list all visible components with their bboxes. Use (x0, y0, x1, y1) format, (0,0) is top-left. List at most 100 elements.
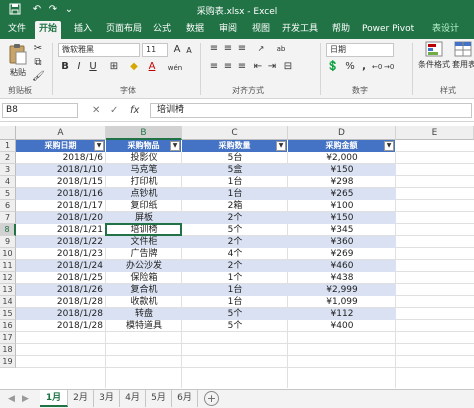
table-cell-qty[interactable]: 5个 (185, 308, 285, 320)
table-cell-qty[interactable]: 1台 (185, 284, 285, 296)
row-header[interactable]: 18 (0, 344, 16, 356)
fill-color-icon[interactable]: ◆ (128, 61, 140, 73)
table-cell-date[interactable]: 2018/1/26 (19, 284, 103, 296)
table-cell-amount[interactable]: ¥150 (291, 164, 393, 176)
copy-icon[interactable]: ⧉ (32, 57, 44, 69)
sheet-tab-jun[interactable]: 6月 (172, 390, 198, 407)
worksheet-grid[interactable]: A B C D E 1 2 3 4 5 6 7 8 9 10 11 12 13 14 15 16 17 18 19 采… (0, 126, 474, 388)
bold-button[interactable]: B (60, 61, 70, 73)
align-left-icon[interactable]: ≡ (208, 61, 220, 73)
align-center-icon[interactable]: ≡ (222, 61, 234, 73)
font-name-select[interactable]: 微软雅黑 (58, 43, 140, 57)
select-all-corner[interactable] (0, 126, 16, 140)
table-cell-date[interactable]: 2018/1/28 (19, 320, 103, 332)
table-cell-qty[interactable]: 5盒 (185, 164, 285, 176)
table-cell-item[interactable]: 广告牌 (109, 248, 179, 260)
table-cell-item[interactable]: 办公沙发 (109, 260, 179, 272)
increase-decimal-icon[interactable]: ←0 (372, 61, 382, 73)
row-header[interactable]: 11 (0, 260, 16, 272)
insert-function-icon[interactable]: fx (130, 104, 139, 117)
sheet-tab-feb[interactable]: 2月 (68, 390, 94, 407)
row-header[interactable]: 3 (0, 164, 16, 176)
table-cell-amount[interactable]: ¥345 (291, 224, 393, 236)
row-header[interactable]: 8 (0, 224, 16, 236)
number-format-select[interactable]: 日期 (326, 43, 394, 57)
table-cell-amount[interactable]: ¥265 (291, 188, 393, 200)
table-cell-amount[interactable]: ¥2,000 (291, 152, 393, 164)
row-header[interactable]: 1 (0, 140, 16, 152)
table-cell-amount[interactable]: ¥112 (291, 308, 393, 320)
percent-style-button[interactable]: % (344, 61, 356, 73)
shrink-font-icon[interactable]: A (184, 45, 194, 57)
align-top-icon[interactable]: ≡ (208, 43, 220, 55)
name-box[interactable]: B8 (2, 103, 78, 118)
table-cell-item[interactable]: 保险箱 (109, 272, 179, 284)
row-header[interactable]: 9 (0, 236, 16, 248)
table-cell-amount[interactable]: ¥2,999 (291, 284, 393, 296)
sheet-tab-apr[interactable]: 4月 (120, 390, 146, 407)
tab-power-pivot[interactable]: Power Pivot (362, 23, 414, 36)
grow-font-icon[interactable]: A (172, 44, 182, 56)
add-sheet-button[interactable]: + (204, 391, 219, 406)
table-cell-qty[interactable]: 4个 (185, 248, 285, 260)
table-cell-item[interactable]: 点钞机 (109, 188, 179, 200)
row-header[interactable]: 4 (0, 176, 16, 188)
table-cell-item[interactable]: 转盘 (109, 308, 179, 320)
table-cell-date[interactable]: 2018/1/17 (19, 200, 103, 212)
tab-view[interactable]: 视图 (252, 23, 270, 36)
table-cell-amount[interactable]: ¥298 (291, 176, 393, 188)
table-cell-item[interactable]: 马克笔 (109, 164, 179, 176)
align-middle-icon[interactable]: ≡ (222, 43, 234, 55)
prev-sheet-icon[interactable]: ◀ (8, 393, 15, 406)
tab-table-design[interactable]: 表设计 (432, 23, 459, 36)
borders-icon[interactable]: ⊞ (108, 61, 120, 73)
table-cell-date[interactable]: 2018/1/28 (19, 296, 103, 308)
sheet-tab-jan[interactable]: 1月 (40, 390, 68, 407)
table-cell-qty[interactable]: 2个 (185, 212, 285, 224)
row-header[interactable]: 19 (0, 356, 16, 368)
table-cell-date[interactable]: 2018/1/23 (19, 248, 103, 260)
tab-review[interactable]: 审阅 (219, 23, 237, 36)
tab-data[interactable]: 数据 (186, 23, 204, 36)
formula-input[interactable]: 培训椅 (150, 103, 472, 118)
column-header-e[interactable]: E (396, 126, 474, 140)
table-cell-date[interactable]: 2018/1/16 (19, 188, 103, 200)
row-header[interactable]: 7 (0, 212, 16, 224)
table-cell-qty[interactable]: 5个 (185, 320, 285, 332)
next-sheet-icon[interactable]: ▶ (22, 393, 29, 406)
row-header[interactable]: 16 (0, 320, 16, 332)
table-cell-qty[interactable]: 1台 (185, 188, 285, 200)
tab-formulas[interactable]: 公式 (153, 23, 171, 36)
column-header-a[interactable]: A (16, 126, 106, 140)
table-cell-date[interactable]: 2018/1/28 (19, 308, 103, 320)
table-cell-amount[interactable]: ¥100 (291, 200, 393, 212)
orientation-icon[interactable]: ↗ (254, 43, 268, 55)
tab-page-layout[interactable]: 页面布局 (106, 23, 142, 36)
row-header[interactable]: 2 (0, 152, 16, 164)
paste-button[interactable]: 粘贴 (6, 43, 30, 78)
phonetic-icon[interactable]: wén (164, 62, 186, 74)
row-header[interactable]: 5 (0, 188, 16, 200)
tab-file[interactable]: 文件 (8, 23, 26, 36)
row-header[interactable]: 13 (0, 284, 16, 296)
cut-icon[interactable]: ✂ (32, 43, 44, 55)
underline-button[interactable]: U (88, 61, 98, 73)
format-as-table-button[interactable]: 套用表格格式 (452, 41, 474, 70)
table-cell-date[interactable]: 2018/1/6 (19, 152, 103, 164)
table-cell-amount[interactable]: ¥150 (291, 212, 393, 224)
table-cell-qty[interactable]: 1个 (185, 272, 285, 284)
table-cell-date[interactable]: 2018/1/21 (19, 224, 103, 236)
table-cell-qty[interactable]: 2个 (185, 260, 285, 272)
font-color-icon[interactable]: A (146, 61, 158, 73)
filter-dropdown-icon[interactable]: ▼ (94, 141, 104, 151)
accounting-format-icon[interactable]: 💲 (326, 61, 340, 73)
table-cell-date[interactable]: 2018/1/20 (19, 212, 103, 224)
row-header[interactable]: 6 (0, 200, 16, 212)
wrap-text-icon[interactable]: ab (274, 43, 288, 55)
table-cell-item[interactable]: 模特道具 (109, 320, 179, 332)
table-cell-item[interactable]: 收款机 (109, 296, 179, 308)
confirm-icon[interactable]: ✓ (110, 104, 118, 117)
column-header-c[interactable]: C (182, 126, 288, 140)
decrease-decimal-icon[interactable]: →0 (384, 61, 394, 73)
table-cell-qty[interactable]: 1台 (185, 296, 285, 308)
